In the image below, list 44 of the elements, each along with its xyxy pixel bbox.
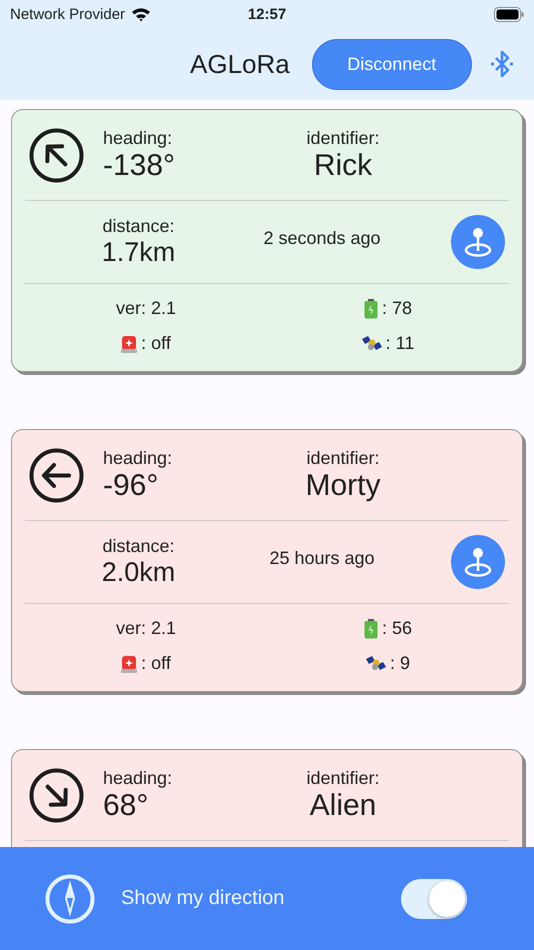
- last-seen-text: 25 hours ago: [268, 548, 376, 568]
- alarm-text: : off: [141, 333, 171, 354]
- heading-value: -138°: [103, 148, 176, 182]
- heading-value: -96°: [103, 468, 160, 502]
- distance-value: 1.7km: [102, 237, 176, 268]
- alarm-text: : off: [141, 653, 171, 674]
- battery-icon: [364, 618, 378, 638]
- app-title: AGLoRa: [190, 48, 290, 80]
- clock-text: 12:57: [248, 6, 286, 22]
- battery-text: : 56: [382, 618, 412, 639]
- identifier-label: identifier:: [306, 768, 380, 788]
- direction-toggle[interactable]: [401, 878, 467, 918]
- distance-label: distance:: [102, 536, 175, 557]
- wifi-icon: [131, 6, 152, 22]
- map-pin-button[interactable]: [451, 535, 505, 589]
- satellite-icon: [366, 654, 386, 672]
- satellite-icon: [362, 334, 382, 352]
- heading-label: heading:: [103, 768, 174, 788]
- battery-icon: [364, 298, 378, 318]
- identifier-value: Rick: [314, 148, 372, 182]
- show-direction-label: Show my direction: [121, 887, 284, 910]
- distance-value: 2.0km: [102, 557, 176, 588]
- version-text: ver: 2.1: [116, 618, 176, 639]
- map-pin-button[interactable]: [451, 215, 505, 269]
- version-text: ver: 2.1: [116, 298, 176, 319]
- identifier-value: Morty: [306, 468, 380, 502]
- identifier-label: identifier:: [306, 448, 380, 468]
- last-seen-text: 2 seconds ago: [262, 228, 382, 248]
- disconnect-button[interactable]: Disconnect: [312, 38, 472, 90]
- heading-label: heading:: [103, 128, 174, 148]
- distance-label: distance:: [102, 216, 175, 237]
- siren-icon: [121, 654, 138, 672]
- heading-value: 68°: [103, 788, 150, 822]
- battery-text: : 78: [382, 298, 412, 319]
- heading-label: heading:: [103, 448, 174, 468]
- siren-icon: [121, 334, 138, 352]
- compass-icon: [45, 874, 95, 924]
- satellites-text: : 11: [386, 333, 414, 354]
- satellites-text: : 9: [390, 653, 410, 674]
- identifier-value: Alien: [310, 788, 376, 822]
- carrier-text: Network Provider: [10, 6, 126, 22]
- bluetooth-icon[interactable]: [490, 49, 514, 79]
- identifier-label: identifier:: [306, 128, 380, 148]
- battery-status-icon: [494, 6, 524, 22]
